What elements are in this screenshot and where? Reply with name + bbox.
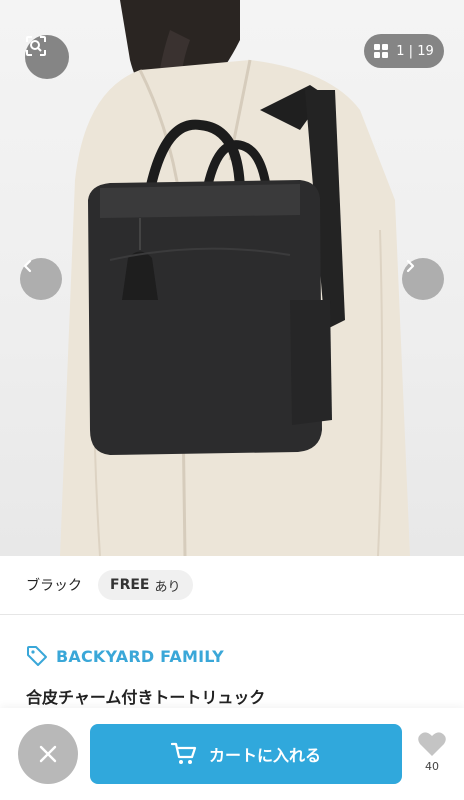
brand-link[interactable]: BACKYARD FAMILY bbox=[26, 645, 224, 667]
favorite-count: 40 bbox=[425, 760, 439, 773]
image-search-button[interactable] bbox=[25, 35, 69, 79]
counter-separator: | bbox=[408, 43, 414, 59]
chevron-right-icon bbox=[406, 259, 415, 273]
size-option[interactable]: FREE あり bbox=[98, 570, 193, 600]
next-image-button[interactable] bbox=[402, 258, 444, 300]
bottom-action-bar: カートに入れる 40 bbox=[0, 708, 464, 800]
counter-text: 1 | 19 bbox=[396, 44, 434, 59]
image-search-icon bbox=[26, 36, 46, 56]
chevron-left-icon bbox=[23, 259, 32, 273]
previous-image-button[interactable] bbox=[20, 258, 62, 300]
grid-icon bbox=[374, 44, 389, 58]
size-label: FREE bbox=[110, 577, 150, 593]
variant-row: ブラック FREE あり bbox=[0, 556, 464, 615]
favorite-button[interactable]: 40 bbox=[412, 730, 452, 773]
heart-icon bbox=[418, 732, 446, 756]
close-button[interactable] bbox=[18, 724, 78, 784]
cart-icon bbox=[170, 742, 197, 764]
total-images: 19 bbox=[417, 43, 434, 59]
add-to-cart-button[interactable]: カートに入れる bbox=[90, 724, 402, 784]
add-to-cart-label: カートに入れる bbox=[208, 746, 321, 765]
close-icon bbox=[39, 745, 57, 763]
brand-name: BACKYARD FAMILY bbox=[56, 646, 224, 666]
image-counter[interactable]: 1 | 19 bbox=[364, 34, 444, 68]
stock-status: あり bbox=[154, 579, 181, 595]
tag-icon bbox=[27, 646, 47, 666]
current-image-index: 1 bbox=[396, 43, 405, 59]
product-photo-illustration bbox=[60, 0, 410, 556]
color-label: ブラック bbox=[26, 578, 82, 594]
product-image[interactable]: 1 | 19 bbox=[0, 0, 464, 556]
product-title: 合皮チャーム付きトートリュック bbox=[26, 688, 266, 707]
